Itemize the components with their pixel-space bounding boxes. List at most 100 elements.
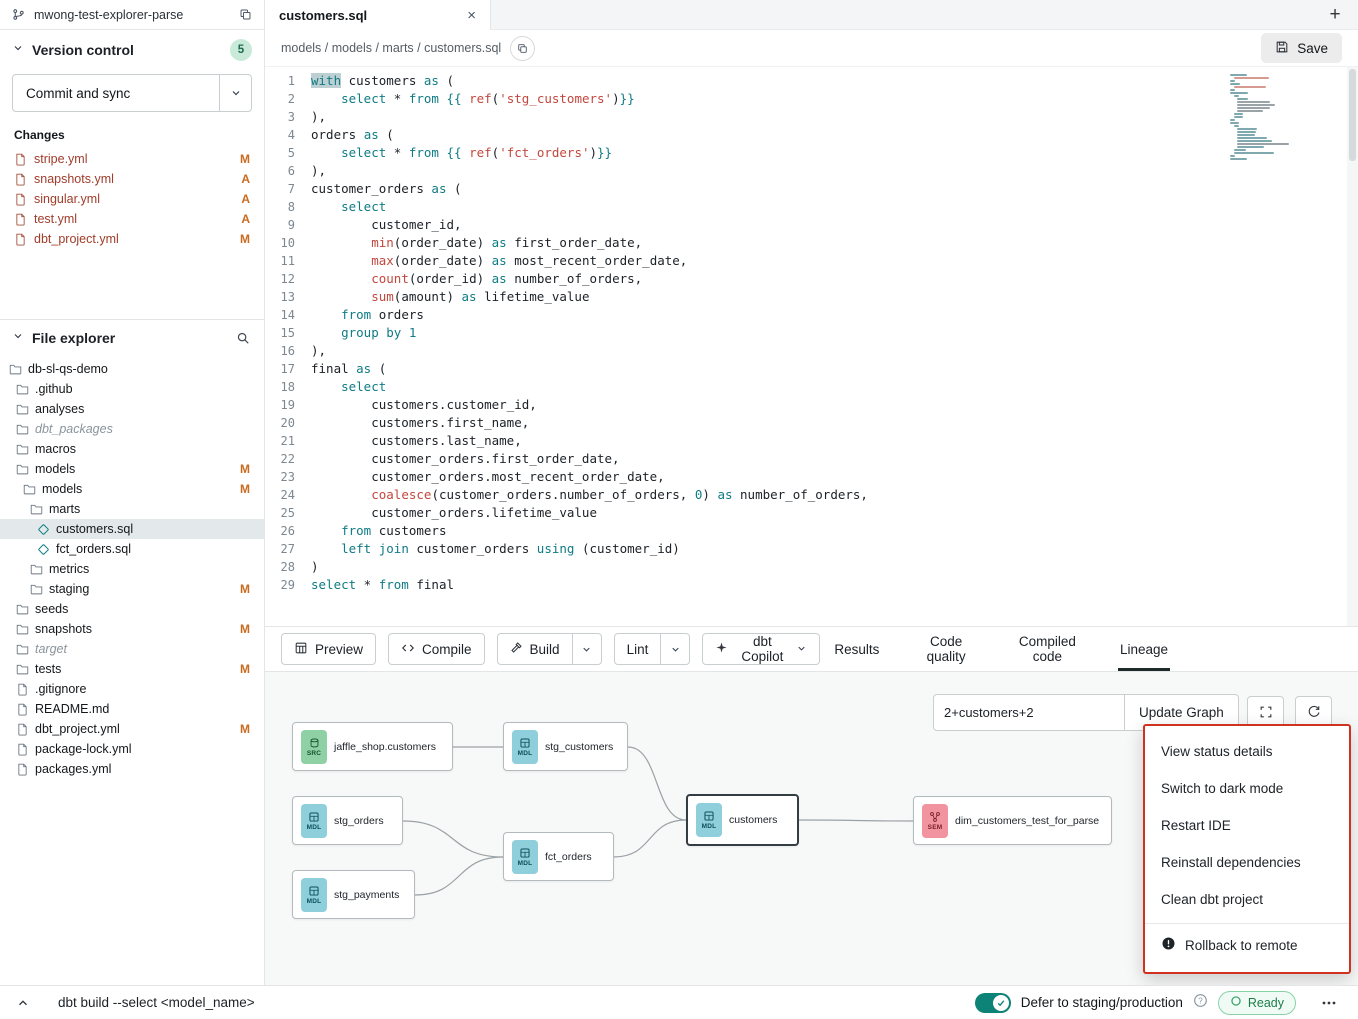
menu-item-view-status-details[interactable]: View status details [1145, 733, 1349, 770]
code-line[interactable]: 21 customers.last_name, [265, 432, 1358, 450]
refresh-icon[interactable] [1295, 696, 1332, 727]
tree-item-README.md[interactable]: README.md [0, 699, 264, 719]
code-line[interactable]: 19 customers.customer_id, [265, 396, 1358, 414]
menu-item-rollback-to-remote[interactable]: Rollback to remote [1145, 923, 1349, 965]
code-line[interactable]: 16), [265, 342, 1358, 360]
commit-and-sync-button[interactable]: Commit and sync [12, 74, 220, 112]
code-line[interactable]: 8 select [265, 198, 1358, 216]
minimap[interactable] [1230, 74, 1288, 161]
tree-item-tests[interactable]: testsM [0, 659, 264, 679]
tree-item-metrics[interactable]: metrics [0, 559, 264, 579]
tree-item-analyses[interactable]: analyses [0, 399, 264, 419]
menu-item-switch-to-dark-mode[interactable]: Switch to dark mode [1145, 770, 1349, 807]
help-icon[interactable]: ? [1193, 993, 1208, 1013]
code-line[interactable]: 5 select * from {{ ref('fct_orders')}} [265, 144, 1358, 162]
close-tab-icon[interactable]: × [463, 6, 480, 25]
lineage-node-stg_customers[interactable]: MDLstg_customers [503, 722, 628, 771]
code-line[interactable]: 27 left join customer_orders using (cust… [265, 540, 1358, 558]
code-line[interactable]: 7customer_orders as ( [265, 180, 1358, 198]
code-line[interactable]: 4orders as ( [265, 126, 1358, 144]
code-line[interactable]: 12 count(order_id) as number_of_orders, [265, 270, 1358, 288]
code-line[interactable]: 26 from customers [265, 522, 1358, 540]
tree-item-seeds[interactable]: seeds [0, 599, 264, 619]
lineage-node-stg_payments[interactable]: MDLstg_payments [292, 870, 415, 919]
code-line[interactable]: 2 select * from {{ ref('stg_customers')}… [265, 90, 1358, 108]
tree-item-target[interactable]: target [0, 639, 264, 659]
save-button[interactable]: Save [1261, 33, 1342, 63]
ellipsis-menu-icon[interactable] [1314, 990, 1344, 1016]
tree-item-macros[interactable]: macros [0, 439, 264, 459]
copy-path-icon[interactable] [510, 36, 535, 61]
tree-item-marts[interactable]: marts [0, 499, 264, 519]
lineage-panel[interactable]: SRCjaffle_shop.customers MDLstg_customers… [265, 672, 1358, 985]
changed-file-row[interactable]: snapshots.ymlA [0, 169, 264, 189]
menu-item-restart-ide[interactable]: Restart IDE [1145, 807, 1349, 844]
code-line[interactable]: 28) [265, 558, 1358, 576]
status-badge[interactable]: Ready [1218, 991, 1296, 1015]
search-icon[interactable] [234, 329, 252, 347]
code-line[interactable]: 17final as ( [265, 360, 1358, 378]
lineage-node-fct_orders[interactable]: MDLfct_orders [503, 832, 614, 881]
panel-tab-code-quality[interactable]: Code quality [915, 627, 977, 671]
fullscreen-icon[interactable] [1247, 696, 1284, 727]
lineage-node-customers[interactable]: MDLcustomers [686, 794, 799, 846]
tree-item-models[interactable]: modelsM [0, 479, 264, 499]
tree-item-staging[interactable]: stagingM [0, 579, 264, 599]
changed-file-row[interactable]: test.ymlA [0, 209, 264, 229]
code-line[interactable]: 14 from orders [265, 306, 1358, 324]
code-line[interactable]: 9 customer_id, [265, 216, 1358, 234]
tree-item-package-lock.yml[interactable]: package-lock.yml [0, 739, 264, 759]
tree-item-snapshots[interactable]: snapshotsM [0, 619, 264, 639]
panel-tab-compiled-code[interactable]: Compiled code [1011, 627, 1084, 671]
version-control-header[interactable]: Version control 5 [0, 30, 264, 70]
panel-tab-lineage[interactable]: Lineage [1118, 627, 1170, 671]
lineage-selector-input[interactable] [933, 694, 1125, 731]
build-dropdown[interactable] [572, 633, 602, 665]
code-line[interactable]: 24 coalesce(customer_orders.number_of_or… [265, 486, 1358, 504]
code-line[interactable]: 1with customers as ( [265, 72, 1358, 90]
panel-tab-results[interactable]: Results [832, 627, 881, 671]
code-line[interactable]: 23 customer_orders.most_recent_order_dat… [265, 468, 1358, 486]
lineage-node-dim_customers_test_for_parse[interactable]: SEMdim_customers_test_for_parse [913, 796, 1112, 845]
tree-item-db-sl-qs-demo[interactable]: db-sl-qs-demo [0, 359, 264, 379]
tree-item-.github[interactable]: .github [0, 379, 264, 399]
editor-scrollbar[interactable] [1347, 67, 1358, 626]
tree-item-.gitignore[interactable]: .gitignore [0, 679, 264, 699]
tree-item-models[interactable]: modelsM [0, 459, 264, 479]
cli-command-text[interactable]: dbt build --select <model_name> [58, 995, 255, 1010]
code-line[interactable]: 10 min(order_date) as first_order_date, [265, 234, 1358, 252]
tree-item-customers.sql[interactable]: customers.sql [0, 519, 264, 539]
build-button[interactable]: Build [497, 633, 573, 665]
tree-item-packages.yml[interactable]: packages.yml [0, 759, 264, 779]
preview-button[interactable]: Preview [281, 633, 376, 665]
lineage-node-jaffle_shop.customers[interactable]: SRCjaffle_shop.customers [292, 722, 453, 771]
changed-file-row[interactable]: singular.ymlA [0, 189, 264, 209]
lint-button[interactable]: Lint [614, 633, 662, 665]
code-line[interactable]: 22 customer_orders.first_order_date, [265, 450, 1358, 468]
chevron-up-icon[interactable] [14, 994, 32, 1012]
commit-options-dropdown[interactable] [220, 74, 252, 112]
code-line[interactable]: 20 customers.first_name, [265, 414, 1358, 432]
lint-dropdown[interactable] [660, 633, 690, 665]
compile-button[interactable]: Compile [388, 633, 485, 665]
dbt-copilot-button[interactable]: dbt Copilot [702, 633, 820, 665]
code-line[interactable]: 29select * from final [265, 576, 1358, 594]
file-explorer-header[interactable]: File explorer [0, 320, 264, 356]
tree-item-dbt_packages[interactable]: dbt_packages [0, 419, 264, 439]
tree-item-fct_orders.sql[interactable]: fct_orders.sql [0, 539, 264, 559]
copy-branch-icon[interactable] [237, 6, 254, 23]
code-line[interactable]: 25 customer_orders.lifetime_value [265, 504, 1358, 522]
code-line[interactable]: 15 group by 1 [265, 324, 1358, 342]
changed-file-row[interactable]: stripe.ymlM [0, 149, 264, 169]
scrollbar-thumb[interactable] [1349, 69, 1356, 161]
code-line[interactable]: 3), [265, 108, 1358, 126]
changed-file-row[interactable]: dbt_project.ymlM [0, 229, 264, 249]
tab-customers-sql[interactable]: customers.sql × [265, 0, 491, 30]
new-tab-button[interactable]: + [1312, 0, 1358, 29]
code-line[interactable]: 6), [265, 162, 1358, 180]
menu-item-clean-dbt-project[interactable]: Clean dbt project [1145, 881, 1349, 918]
code-line[interactable]: 18 select [265, 378, 1358, 396]
defer-toggle[interactable] [975, 993, 1011, 1013]
tree-item-dbt_project.yml[interactable]: dbt_project.ymlM [0, 719, 264, 739]
menu-item-reinstall-dependencies[interactable]: Reinstall dependencies [1145, 844, 1349, 881]
